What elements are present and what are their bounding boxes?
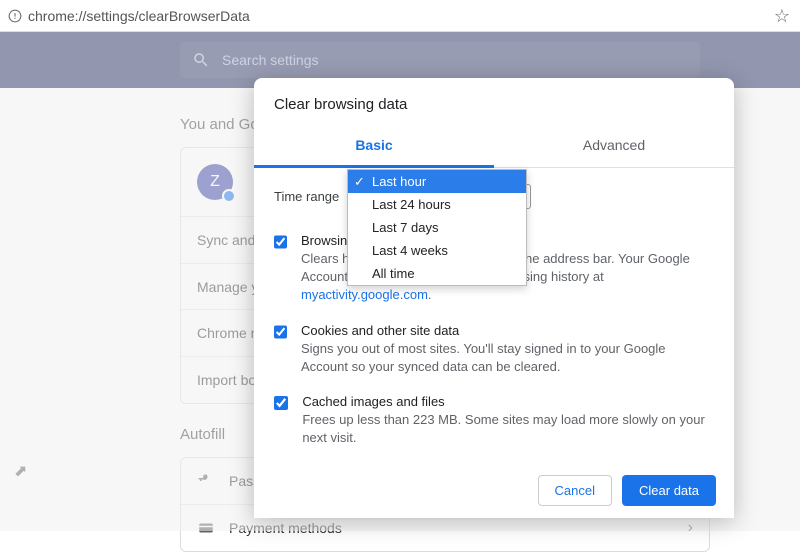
dialog-title: Clear browsing data [254,96,734,127]
url-text: chrome://settings/clearBrowserData [28,8,250,24]
option-title: Cookies and other site data [301,323,714,338]
dialog-tabs: Basic Advanced [254,127,734,168]
dropdown-item-last-4-weeks[interactable]: Last 4 weeks [348,239,526,262]
tab-basic[interactable]: Basic [254,127,494,168]
option-cache[interactable]: Cached images and files Frees up less th… [274,394,714,447]
time-range-label: Time range [274,189,339,204]
time-range-dropdown[interactable]: Last hour Last 24 hours Last 7 days Last… [347,169,527,286]
dropdown-item-last-7-days[interactable]: Last 7 days [348,216,526,239]
clear-browsing-data-dialog: Clear browsing data Basic Advanced Time … [254,78,734,518]
myactivity-link[interactable]: myactivity.google.com [301,287,428,302]
option-title: Cached images and files [302,394,714,409]
checkbox-cache[interactable] [274,395,288,411]
clear-data-button[interactable]: Clear data [622,475,716,506]
option-desc: Frees up less than 223 MB. Some sites ma… [302,411,714,447]
dropdown-item-last-24-hours[interactable]: Last 24 hours [348,193,526,216]
checkbox-browsing-history[interactable] [274,234,287,250]
dropdown-item-all-time[interactable]: All time [348,262,526,285]
tab-advanced[interactable]: Advanced [494,127,734,167]
dropdown-item-last-hour[interactable]: Last hour [348,170,526,193]
checkbox-cookies[interactable] [274,324,287,340]
page-info-icon [8,9,22,23]
bookmark-star-icon[interactable]: ☆ [774,6,790,27]
cancel-button[interactable]: Cancel [538,475,612,506]
option-desc: Signs you out of most sites. You'll stay… [301,340,714,376]
option-cookies[interactable]: Cookies and other site data Signs you ou… [274,323,714,376]
address-bar[interactable]: chrome://settings/clearBrowserData ☆ [0,0,800,32]
